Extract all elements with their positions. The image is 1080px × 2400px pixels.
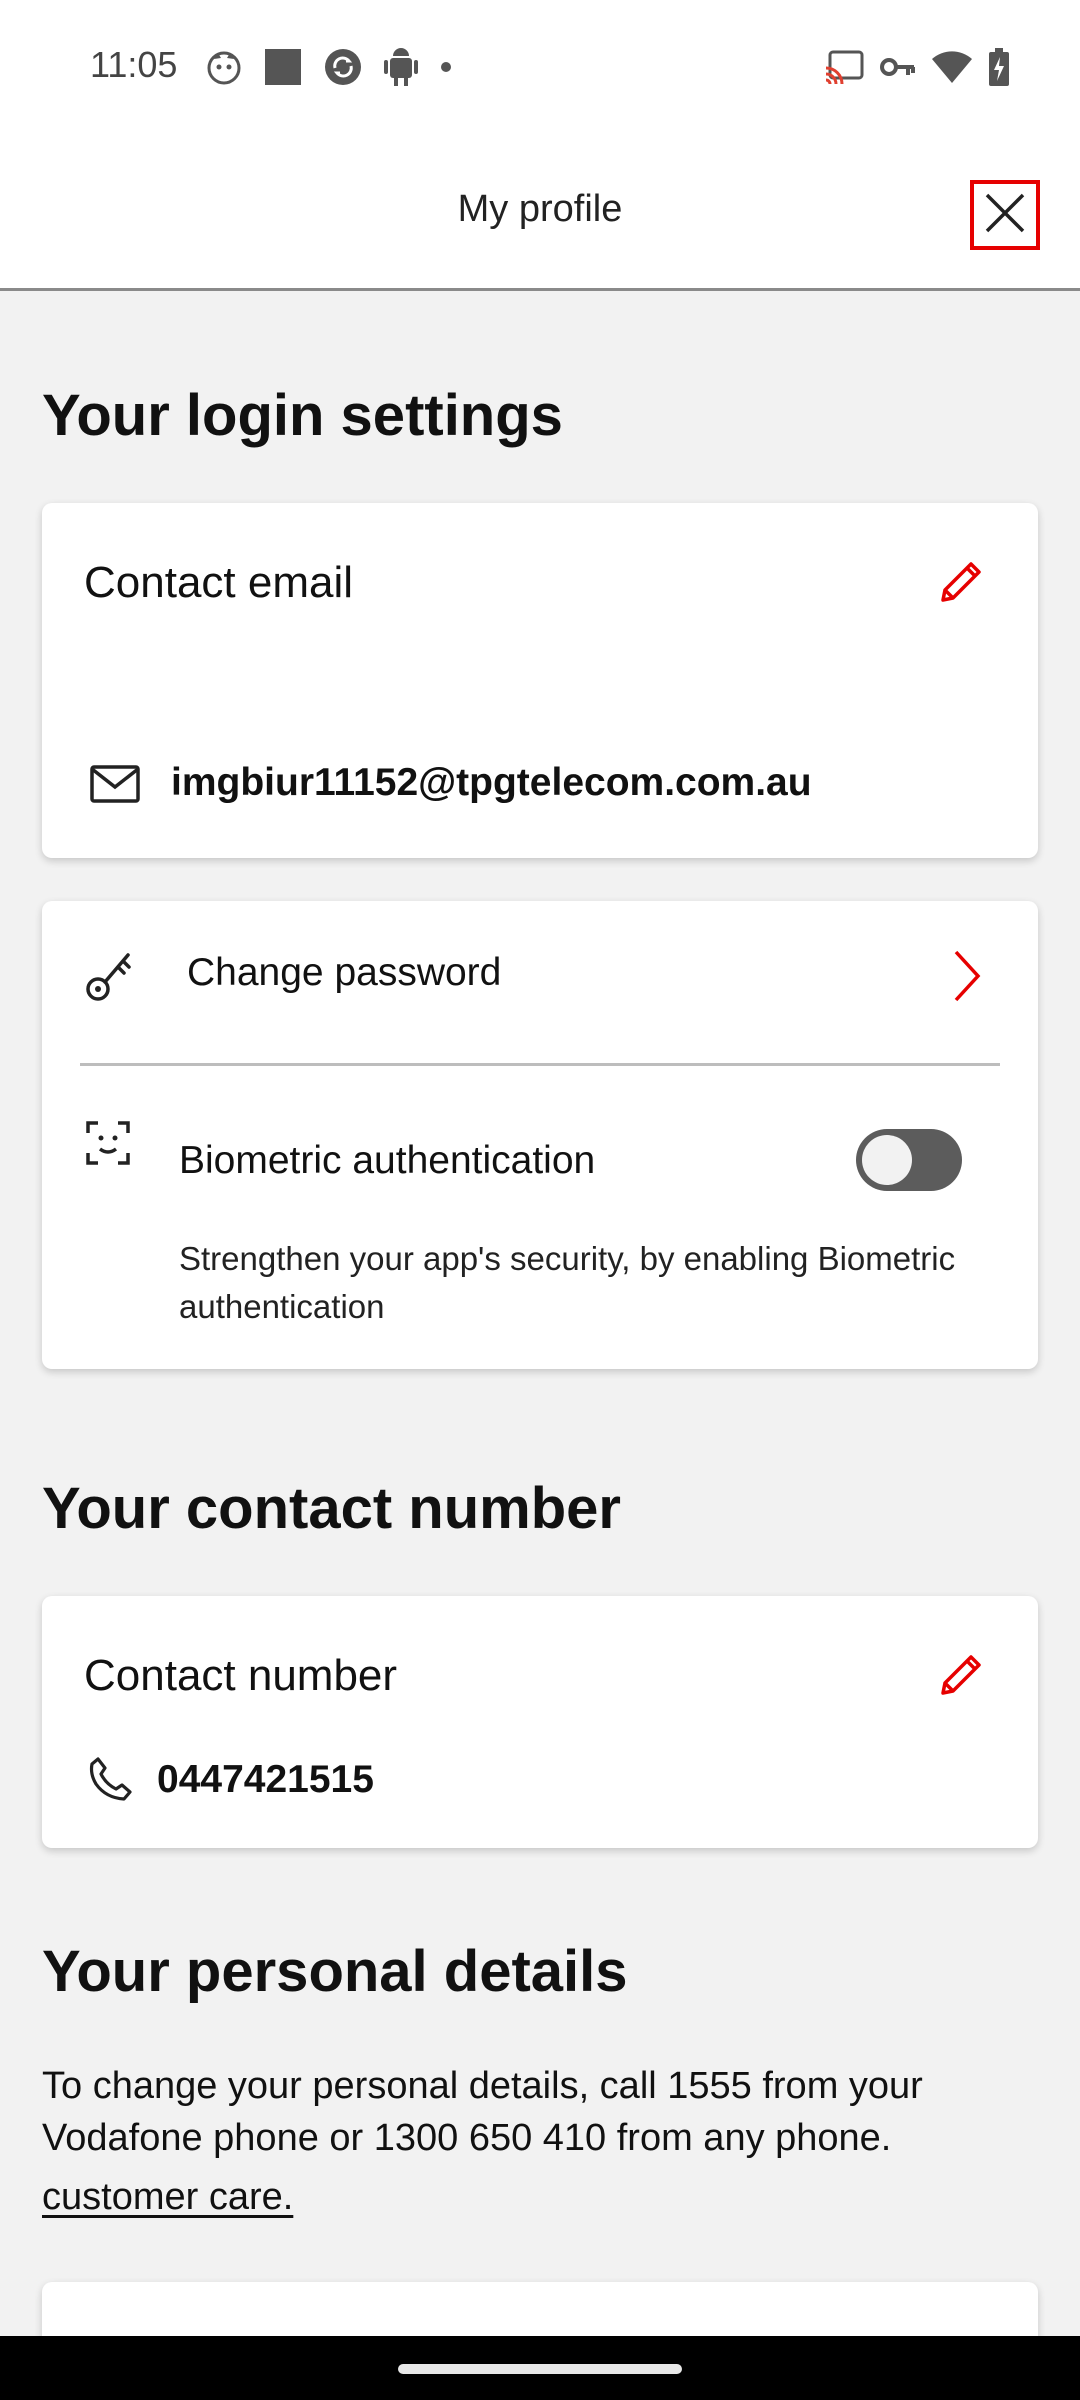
contact-email-title: Contact email [84,558,354,607]
divider [80,1063,1000,1066]
status-time: 11:05 [90,44,178,85]
contact-number-title: Contact number [84,1651,398,1700]
home-gesture-handle[interactable] [398,2364,682,2374]
close-icon [983,191,1027,240]
square-icon [264,48,302,86]
chevron-right-icon [952,949,982,1008]
contact-number-value: 0447421515 [157,1758,374,1801]
status-bar: 11:05 [0,0,1080,136]
key-icon [84,949,134,1008]
close-button[interactable] [970,180,1040,250]
contact-number-heading: Your contact number [42,1476,621,1541]
biometric-description: Strengthen your app's security, by enabl… [179,1240,956,1325]
biometric-label: Biometric authentication [179,1139,596,1182]
toggle-knob [862,1135,912,1185]
page-title: My profile [457,188,623,230]
change-password-row[interactable]: Change password [42,901,1038,1063]
face-scan-icon [86,1121,130,1170]
edit-number-button[interactable] [932,1648,990,1706]
contact-number-card: Contact number 0447421515 [42,1596,1038,1848]
personal-details-description: To change your personal details, call 15… [42,2065,923,2159]
status-left-icons [206,48,452,86]
personal-details-heading: Your personal details [42,1939,628,2004]
edit-email-button[interactable] [932,555,990,613]
change-password-label: Change password [187,951,502,994]
notification-dot-icon [440,61,452,73]
pencil-icon [935,556,987,613]
login-settings-heading: Your login settings [42,383,563,448]
vpn-key-icon [880,56,916,78]
cat-face-icon [206,49,242,85]
navigation-bar [0,2336,1080,2400]
contact-email-card: Contact email imgbiur11152@tpgtelecom.co… [42,503,1038,858]
status-right-icons [824,48,1010,86]
phone-icon [88,1756,132,1807]
android-robot-icon [384,48,418,86]
wifi-icon [932,51,972,83]
sync-circle-icon [324,48,362,86]
customer-care-link[interactable]: customer care. [42,2176,293,2219]
cast-icon [824,50,864,84]
header: My profile [0,136,1080,291]
contact-email-value: imgbiur11152@tpgtelecom.com.au [171,761,812,804]
mail-icon [90,765,140,808]
battery-charging-icon [988,48,1010,86]
pencil-icon [935,1649,987,1706]
security-card: Change password Biometric authentication… [42,901,1038,1369]
biometric-toggle[interactable] [856,1129,962,1191]
